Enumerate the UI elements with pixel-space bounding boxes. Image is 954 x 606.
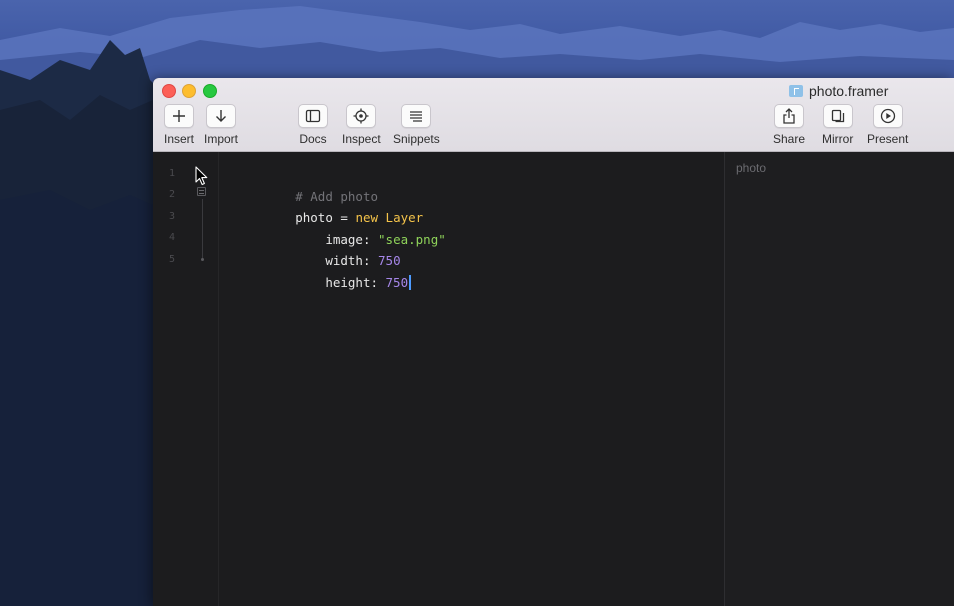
plus-icon [173,110,185,122]
text-caret [409,274,411,290]
line-number: 1 [169,168,176,179]
mouse-cursor-icon [195,166,208,186]
code-keyword: new Layer [355,210,424,225]
fold-end-marker [201,258,204,261]
code-string: "sea.png" [378,231,446,247]
inspect-button-face[interactable] [346,104,377,128]
import-label: Import [204,132,239,146]
docs-label: Docs [299,132,327,146]
play-circle-icon [880,108,895,124]
mirror-label: Mirror [822,132,854,146]
sidebar-icon [305,109,321,123]
code-comment: # Add photo [295,188,379,204]
line-number: 4 [169,232,176,243]
inspect-button[interactable]: Inspect [342,104,381,146]
snippets-button[interactable]: Snippets [393,104,440,146]
code-line: # Add photo [235,164,446,204]
import-button[interactable]: Import [204,104,238,146]
present-button-face[interactable] [872,104,903,128]
code-number: 750 [378,253,401,268]
insert-label: Insert [164,132,195,146]
snippets-button-face[interactable] [401,104,432,128]
code-content[interactable]: # Add photo photo = new Layer image: "se… [235,164,446,290]
preview-panel[interactable]: photo [724,152,954,606]
share-label: Share [773,132,806,146]
snippets-label: Snippets [393,132,440,146]
document-title-text: photo.framer [809,83,889,99]
fold-toggle-icon[interactable] [197,187,206,196]
code-token: photo = [295,210,356,225]
code-token: width: [295,253,379,268]
titlebar: photo.framer Insert Import Docs Inspect … [153,78,954,152]
share-button[interactable]: Share [773,104,805,146]
framer-window: photo.framer Insert Import Docs Inspect … [153,78,954,606]
inspect-label: Inspect [342,132,381,146]
present-button[interactable]: Present [867,104,908,146]
line-number: 5 [169,254,176,265]
mirror-icon [831,109,844,123]
framer-file-icon [789,85,803,97]
mirror-button-face[interactable] [822,104,853,128]
docs-button-face[interactable] [298,104,328,128]
code-editor[interactable]: 1 2 3 4 5 # Add photo photo = new Layer … [153,152,724,606]
arrow-down-icon [216,110,226,122]
line-number: 2 [169,189,176,200]
layer-name-label: photo [736,161,767,175]
line-number-gutter: 1 2 3 4 5 [153,152,219,606]
mirror-button[interactable]: Mirror [822,104,853,146]
target-icon [353,108,369,124]
close-window-button[interactable] [162,84,176,98]
code-token: image: [295,231,379,247]
code-token: height: [295,274,386,290]
zoom-window-button[interactable] [203,84,217,98]
code-number: 750 [385,274,409,290]
present-label: Present [867,132,909,146]
docs-button[interactable]: Docs [298,104,328,146]
list-lines-icon [410,111,423,122]
minimize-window-button[interactable] [182,84,196,98]
insert-button-face[interactable] [164,104,194,128]
fold-guide [202,199,203,259]
line-number: 3 [169,211,176,222]
share-icon [783,108,795,124]
import-button-face[interactable] [206,104,236,128]
document-title: photo.framer [789,82,888,100]
insert-button[interactable]: Insert [164,104,194,146]
share-button-face[interactable] [774,104,805,128]
